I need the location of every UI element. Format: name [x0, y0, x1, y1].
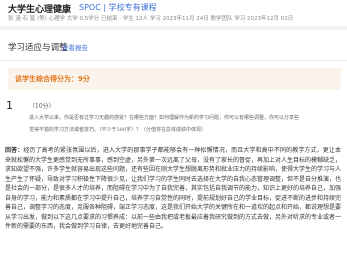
divider: [0, 60, 347, 61]
view-report-link[interactable]: 查看报告: [62, 42, 88, 52]
answer-block: 回答：经历了高考的紧张氛围以后，进入大学的那事学子都能够会有一种松懈情况，而且大…: [5, 146, 341, 232]
score-text: 该学生综合得分为：9分: [15, 75, 90, 83]
score-banner: 该学生综合得分为：9分: [8, 68, 341, 90]
question-points: （10分）: [29, 103, 55, 110]
question-text-line-2: 觉得不错的学习方法或者技巧。（不少于300字）？（分值将在总体成绩中体现）: [29, 127, 207, 133]
course-type-tag: SPOC | 学校专有课程: [79, 3, 157, 12]
course-meta: 张 涵 石 猛 (等) 心理学 大学 0.5学分 已结束 · 学生 12人 学习…: [8, 16, 294, 22]
question-number: 1: [6, 99, 13, 112]
page-title: 学习适应与调整: [8, 43, 68, 53]
main-content: 学习适应与调整 查看报告 该学生综合得分为：9分 1 （10分） 进入大学以来，…: [0, 30, 347, 268]
answer-text: 经历了高考的紧张氛围以后，进入大学的那事学子都能够会有一种松懈情况，而且大学和高…: [5, 147, 342, 230]
answer-label: 回答：: [5, 147, 24, 154]
course-header: 大学生心理健康 SPOC | 学校专有课程 张 涵 石 猛 (等) 心理学 大学…: [0, 0, 347, 26]
page: 大学生心理健康 SPOC | 学校专有课程 张 涵 石 猛 (等) 心理学 大学…: [0, 0, 347, 268]
question-text-line-1: 进入大学以来，你是否有过学习无趣的感受？在哪些方面？如何理解作为新的学习问题，你…: [29, 115, 300, 121]
